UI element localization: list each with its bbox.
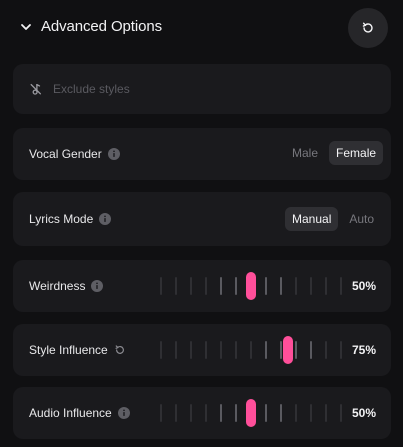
info-icon[interactable] <box>99 213 112 225</box>
slider-tick <box>325 404 327 422</box>
slider-tick <box>295 277 297 295</box>
slider-tick <box>235 404 237 422</box>
slider-tick <box>280 277 282 295</box>
audio-influence-slider[interactable] <box>160 399 342 427</box>
style-influence-row: Style Influence 75% <box>13 324 391 376</box>
slider-tick <box>175 404 177 422</box>
slider-tick <box>235 277 237 295</box>
slider-tick <box>325 277 327 295</box>
vocal-gender-toggle: Male Female <box>285 141 384 165</box>
chevron-down-icon[interactable] <box>18 19 34 35</box>
reset-icon <box>362 22 373 33</box>
slider-tick <box>190 404 192 422</box>
slider-tick <box>175 341 177 359</box>
audio-influence-value: 50% <box>351 406 376 420</box>
vocal-gender-male-option[interactable]: Male <box>285 141 325 165</box>
slider-tick <box>280 341 282 359</box>
style-influence-label-group: Style Influence <box>29 343 126 357</box>
advanced-options-header[interactable]: Advanced Options <box>0 0 403 56</box>
exclude-styles-field[interactable] <box>13 64 391 114</box>
slider-tick <box>310 404 312 422</box>
slider-tick <box>340 341 342 359</box>
reset-icon[interactable] <box>114 344 126 356</box>
vocal-gender-label-group: Vocal Gender <box>29 147 120 161</box>
info-icon[interactable] <box>117 407 130 419</box>
slider-tick <box>220 404 222 422</box>
lyrics-mode-toggle: Manual Auto <box>285 207 381 231</box>
section-title: Advanced Options <box>41 18 162 35</box>
style-influence-label: Style Influence <box>29 343 108 357</box>
slider-tick <box>190 341 192 359</box>
lyrics-mode-label-group: Lyrics Mode <box>29 212 112 226</box>
slider-thumb[interactable] <box>246 272 256 300</box>
reset-all-button[interactable] <box>348 8 388 48</box>
style-influence-slider[interactable] <box>160 336 342 364</box>
lyrics-mode-row: Lyrics Mode Manual Auto <box>13 192 391 246</box>
slider-tick <box>160 404 162 422</box>
slider-tick <box>325 341 327 359</box>
slider-tick <box>160 277 162 295</box>
info-icon[interactable] <box>91 280 104 292</box>
slider-tick <box>175 277 177 295</box>
slider-tick <box>205 341 207 359</box>
slider-tick <box>310 277 312 295</box>
no-style-icon <box>30 83 42 95</box>
vocal-gender-female-option[interactable]: Female <box>329 141 384 165</box>
info-icon[interactable] <box>107 148 120 160</box>
slider-tick <box>220 341 222 359</box>
style-influence-value: 75% <box>351 343 376 357</box>
slider-tick <box>340 277 342 295</box>
audio-influence-label-group: Audio Influence <box>29 406 130 420</box>
weirdness-row: Weirdness 50% <box>13 260 391 312</box>
lyrics-mode-label: Lyrics Mode <box>29 212 94 226</box>
vocal-gender-label: Vocal Gender <box>29 147 102 161</box>
slider-tick <box>205 277 207 295</box>
slider-tick <box>160 341 162 359</box>
exclude-styles-input[interactable] <box>53 78 373 100</box>
slider-tick <box>220 277 222 295</box>
slider-tick <box>265 277 267 295</box>
weirdness-slider[interactable] <box>160 272 342 300</box>
audio-influence-row: Audio Influence 50% <box>13 387 391 439</box>
slider-tick <box>310 341 312 359</box>
slider-tick <box>265 341 267 359</box>
slider-tick <box>265 404 267 422</box>
slider-tick <box>205 404 207 422</box>
slider-tick <box>295 341 297 359</box>
slider-tick <box>235 341 237 359</box>
weirdness-label: Weirdness <box>29 279 86 293</box>
lyrics-mode-auto-option[interactable]: Auto <box>342 207 381 231</box>
lyrics-mode-manual-option[interactable]: Manual <box>285 207 339 231</box>
weirdness-label-group: Weirdness <box>29 279 104 293</box>
weirdness-value: 50% <box>351 279 376 293</box>
slider-thumb[interactable] <box>246 399 256 427</box>
vocal-gender-row: Vocal Gender Male Female <box>13 128 391 180</box>
audio-influence-label: Audio Influence <box>29 406 112 420</box>
slider-thumb[interactable] <box>283 336 293 364</box>
slider-tick <box>250 341 252 359</box>
slider-tick <box>280 404 282 422</box>
advanced-options-panel: Advanced Options Vocal Gender Mal <box>0 0 403 447</box>
slider-tick <box>340 404 342 422</box>
slider-tick <box>190 277 192 295</box>
slider-tick <box>295 404 297 422</box>
